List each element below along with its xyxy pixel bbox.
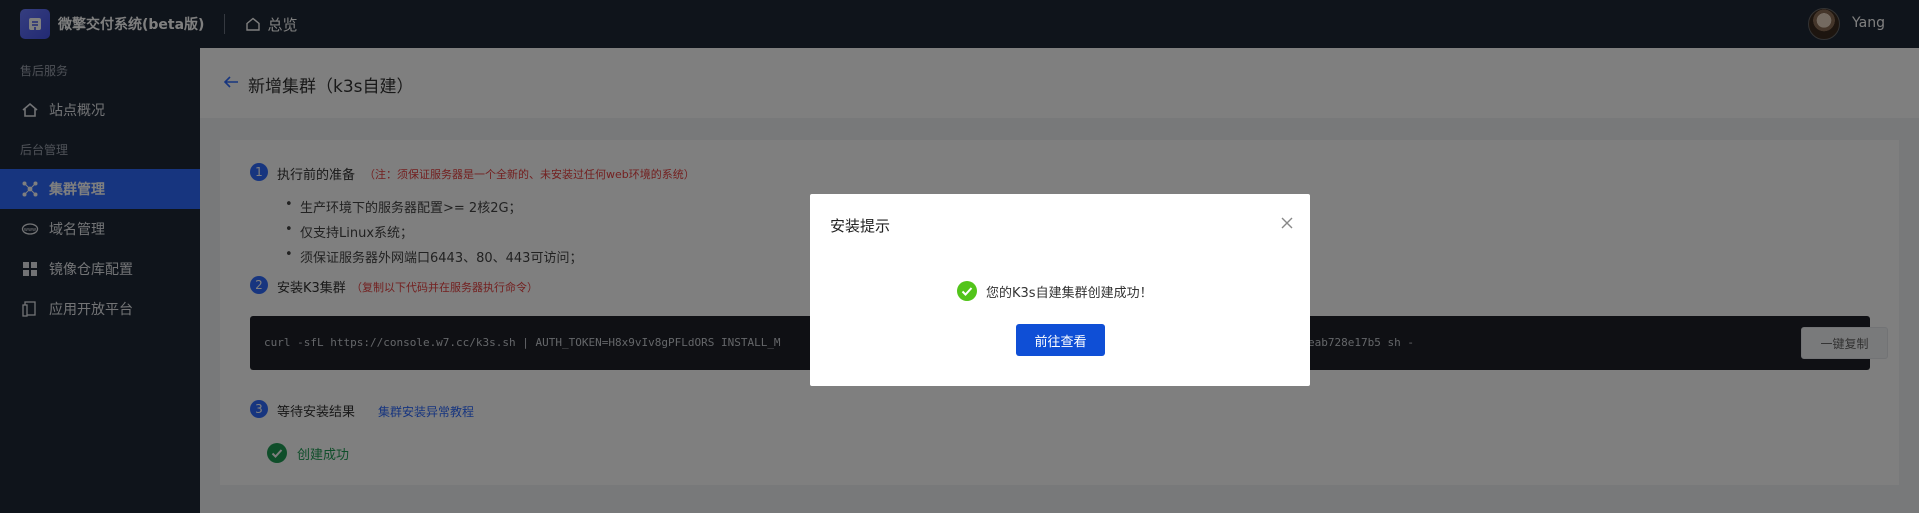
modal-message: 您的K3s自建集群创建成功！: [956, 280, 1153, 302]
close-icon[interactable]: [1280, 216, 1294, 230]
install-tip-modal: 安装提示 您的K3s自建集群创建成功！ 前往查看: [810, 194, 1310, 386]
check-circle-icon: [957, 281, 977, 301]
modal-title: 安装提示: [830, 217, 891, 235]
modal-message-text: 您的K3s自建集群创建成功！: [986, 285, 1153, 301]
go-view-button[interactable]: 前往查看: [1016, 324, 1105, 356]
